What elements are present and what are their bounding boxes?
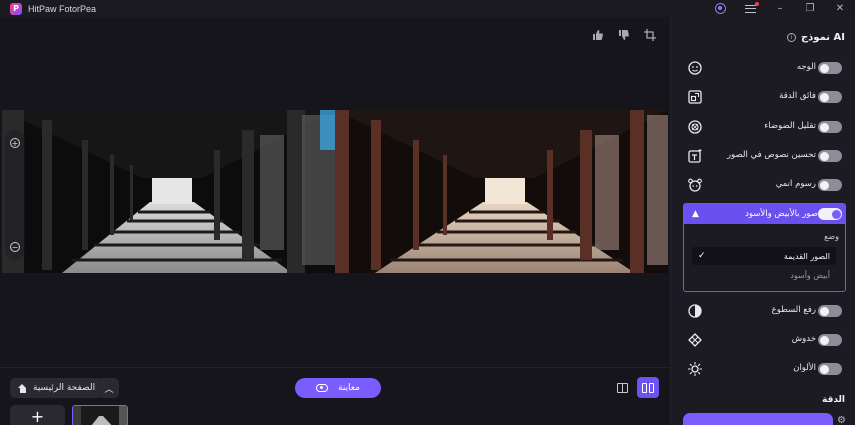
single-view-button[interactable] [612, 378, 632, 398]
text-enhance-icon [687, 148, 703, 164]
resolution-label: الدقة [821, 395, 845, 405]
feature-label: الوجه [796, 62, 816, 72]
bottom-bar: الصفحة الرئيسية ︿ معاينة + [0, 367, 670, 425]
thumbs-up-icon[interactable] [592, 29, 604, 41]
feature-label: صور بالأبيض والأسود [745, 209, 818, 219]
super-resolution-icon [687, 89, 703, 105]
restore-button[interactable]: ❐ [795, 0, 825, 17]
feature-label: الألوان [793, 363, 816, 373]
main-menu-button[interactable] [735, 0, 765, 17]
thumbs-down-icon[interactable] [618, 29, 630, 41]
feature-label: تقليل الضوضاء [764, 121, 816, 131]
mode-option-old-photos[interactable]: ✓ الصور القديمة [692, 247, 836, 265]
bw-toggle[interactable] [818, 208, 842, 220]
gear-icon[interactable]: ⚙ [837, 415, 846, 425]
check-icon: ✓ [698, 251, 706, 261]
home-label: الصفحة الرئيسية [33, 383, 96, 393]
denoise-icon [687, 119, 703, 135]
export-button[interactable] [683, 413, 833, 425]
feature-label: رفع السطوع [771, 305, 816, 315]
app-logo: P [10, 2, 22, 15]
brightness-icon [687, 303, 703, 319]
scratch-icon [687, 332, 703, 348]
feature-scratch: خدوش [683, 330, 846, 350]
preview-label: معاينة [338, 383, 360, 393]
zoom-out-button[interactable]: − [10, 242, 20, 252]
face-icon [687, 60, 703, 76]
feature-label: رسوم انمي [775, 179, 816, 189]
eye-icon [316, 384, 329, 392]
canvas-area: + − [0, 17, 670, 367]
feature-super-resolution: فائق الدقة [683, 87, 846, 107]
feature-brightness: رفع السطوع [683, 301, 846, 321]
image-thumbnail[interactable] [72, 405, 128, 425]
feature-denoise: تقليل الضوضاء [683, 117, 846, 137]
face-toggle[interactable] [818, 62, 842, 74]
panel-title-text: نموذج AI [800, 32, 845, 43]
denoise-toggle[interactable] [818, 121, 842, 133]
preview-button[interactable]: معاينة [295, 378, 381, 398]
info-icon[interactable]: i [786, 33, 796, 42]
split-view-button[interactable] [637, 377, 659, 398]
anime-icon [687, 177, 703, 193]
account-icon [714, 3, 726, 14]
feature-face: الوجه [683, 58, 846, 78]
ai-model-panel: i نموذج AI الوجه فائق الدقة تقليل الضوضا… [670, 17, 855, 425]
home-icon [18, 383, 27, 393]
zoom-in-button[interactable]: + [10, 138, 20, 148]
minimize-button[interactable]: – [765, 0, 795, 17]
enhanced-image [335, 110, 668, 273]
mode-label: وضع [824, 232, 839, 241]
bw-feature-header[interactable]: ▲ صور بالأبيض والأسود [684, 204, 845, 224]
anime-toggle[interactable] [818, 179, 842, 191]
feature-label: خدوش [791, 334, 816, 344]
mode-option-black-white[interactable]: أبيض وأسود [692, 266, 836, 284]
scratch-toggle[interactable] [818, 334, 842, 346]
feature-anime: رسوم انمي [683, 175, 846, 195]
feature-text-enhance: تحسين نصوص في الصور [683, 146, 846, 166]
feature-color: الألوان [683, 359, 846, 379]
super-resolution-toggle[interactable] [818, 91, 842, 103]
text-enhance-toggle[interactable] [818, 150, 842, 162]
option-label: الصور القديمة [783, 251, 830, 261]
image-comparison[interactable]: + − [2, 110, 668, 273]
crop-icon[interactable] [644, 29, 656, 41]
original-image: + − [2, 110, 335, 273]
split-view-icon [642, 382, 654, 393]
close-button[interactable]: ✕ [825, 0, 855, 17]
brightness-toggle[interactable] [818, 305, 842, 317]
chevron-up-icon[interactable]: ▲ [692, 209, 699, 219]
zoom-control: + − [5, 130, 25, 260]
feature-label: تحسين نصوص في الصور [727, 150, 816, 160]
menu-icon [744, 1, 759, 13]
account-button[interactable] [705, 0, 735, 17]
notification-dot [754, 1, 759, 6]
color-icon [687, 361, 703, 377]
add-image-button[interactable]: + [10, 405, 65, 425]
window-controls: – ❐ ✕ [705, 0, 855, 17]
single-view-icon [616, 383, 628, 393]
app-window: P HitPaw FotorPea – ❐ ✕ + − الصفحة الرئي… [0, 0, 855, 425]
home-button[interactable]: الصفحة الرئيسية [10, 378, 104, 398]
feature-label: فائق الدقة [779, 91, 816, 101]
title-bar: P HitPaw FotorPea – ❐ ✕ [0, 0, 855, 17]
color-toggle[interactable] [818, 363, 842, 375]
bw-feature-card: ▲ صور بالأبيض والأسود وضع ✓ الصور القديم… [683, 203, 846, 292]
collapse-button[interactable]: ︿ [99, 378, 119, 398]
option-label: أبيض وأسود [790, 270, 830, 280]
app-title: HitPaw FotorPea [28, 3, 97, 14]
panel-title: i نموذج AI [786, 32, 845, 43]
canvas-toolbar [592, 29, 656, 41]
